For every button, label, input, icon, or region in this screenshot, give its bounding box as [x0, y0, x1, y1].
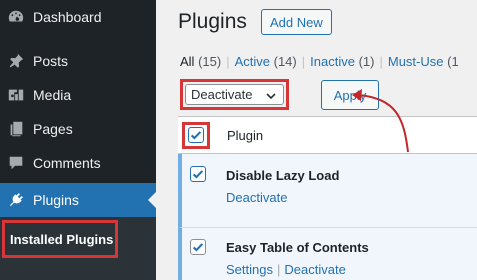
bulk-action-value: Deactivate [191, 87, 253, 102]
chevron-down-icon [266, 93, 276, 100]
select-all-checkbox[interactable] [188, 127, 204, 143]
admin-sidebar: Dashboard Posts Media Pages Comments Plu… [0, 0, 156, 280]
filter-inactive[interactable]: Inactive (1) [310, 54, 374, 69]
filter-active[interactable]: Active (14) [235, 54, 297, 69]
table-row: Disable Lazy Load Deactivate [178, 154, 477, 228]
row-checkbox[interactable] [190, 239, 206, 255]
sidebar-item-posts[interactable]: Posts [0, 44, 156, 78]
checkmark-icon [192, 243, 204, 252]
main-content: Plugins Add New All (15) | Active (14) | Ina… [156, 0, 477, 280]
sidebar-item-label: Pages [33, 121, 73, 137]
comments-icon [6, 153, 26, 173]
submenu-item-installed-plugins[interactable]: Installed Plugins [2, 220, 118, 258]
add-new-button[interactable]: Add New [261, 9, 332, 35]
sidebar-item-label: Plugins [33, 192, 79, 208]
plugin-name: Easy Table of Contents [226, 240, 369, 255]
row-actions: Deactivate [226, 190, 287, 205]
sidebar-item-label: Dashboard [33, 9, 102, 25]
sidebar-item-comments[interactable]: Comments [0, 146, 156, 180]
pushpin-icon [6, 51, 26, 71]
filter-must-use[interactable]: Must-Use (1 [388, 54, 459, 69]
deactivate-link[interactable]: Deactivate [284, 262, 345, 277]
row-actions: Settings | Deactivate [226, 262, 346, 277]
apply-button[interactable]: Apply [321, 80, 379, 110]
plugins-icon [6, 190, 26, 210]
page-title: Plugins [178, 10, 247, 33]
row-checkbox[interactable] [190, 166, 206, 182]
bulk-action-select[interactable]: Deactivate [185, 84, 284, 105]
pages-icon [6, 119, 26, 139]
sidebar-item-media[interactable]: Media [0, 78, 156, 112]
dashboard-icon [6, 7, 26, 27]
sidebar-item-label: Comments [33, 155, 101, 171]
deactivate-link[interactable]: Deactivate [226, 190, 287, 205]
plugins-table: Plugin Disable Lazy Load Deactivate Easy… [178, 116, 477, 280]
table-row: Easy Table of Contents Settings | Deactiva… [178, 228, 477, 280]
filter-all[interactable]: All (15) [180, 54, 221, 69]
checkmark-icon [192, 170, 204, 179]
sidebar-item-label: Posts [33, 53, 69, 69]
column-header-plugin: Plugin [227, 128, 264, 143]
bulk-action-highlight: Deactivate [180, 79, 289, 110]
sidebar-item-pages[interactable]: Pages [0, 112, 156, 146]
plugin-status-filters: All (15) | Active (14) | Inactive (1) | Must-U… [180, 54, 459, 69]
sidebar-item-plugins[interactable]: Plugins [0, 183, 156, 217]
checkmark-icon [190, 131, 202, 140]
settings-link[interactable]: Settings [226, 262, 273, 277]
active-menu-arrow [148, 192, 156, 208]
plugin-name: Disable Lazy Load [226, 168, 340, 183]
sidebar-item-dashboard[interactable]: Dashboard [0, 0, 156, 34]
sidebar-item-label: Media [33, 87, 72, 103]
plugins-submenu: Installed Plugins [0, 217, 156, 280]
media-icon [6, 85, 26, 105]
table-header: Plugin [178, 117, 477, 154]
select-all-highlight [182, 122, 210, 149]
